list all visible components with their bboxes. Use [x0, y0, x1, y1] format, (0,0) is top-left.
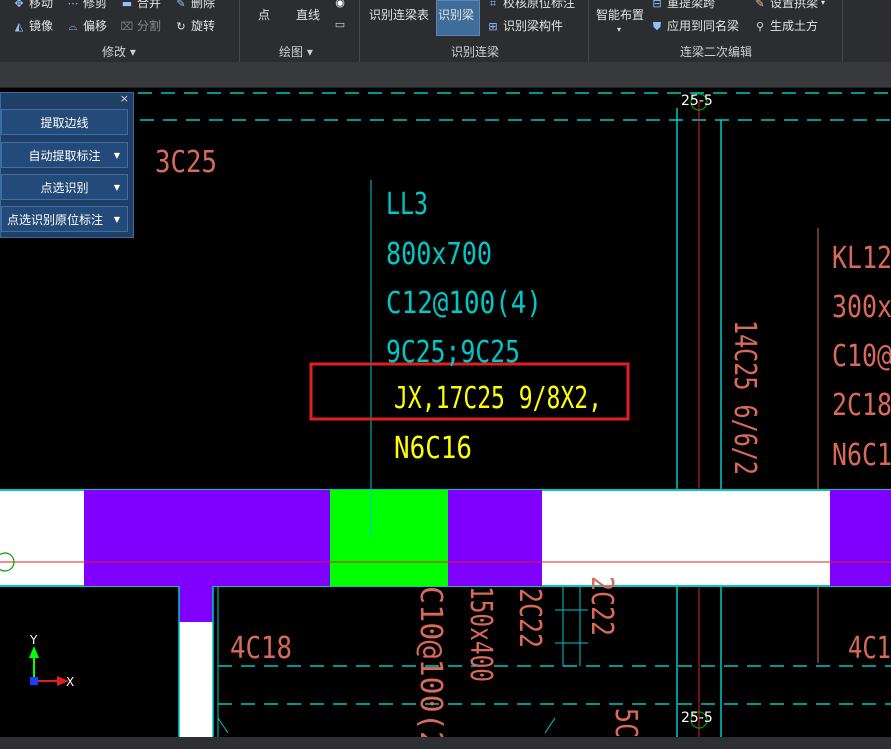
diag-b	[544, 717, 556, 734]
delete-icon: ✎	[176, 0, 186, 10]
arch-icon: ✎	[755, 0, 765, 10]
label-3c25: 3C25	[155, 145, 217, 180]
recognize-beam-table-button[interactable]: 识别连梁表	[369, 8, 429, 22]
ll3-stirrup: C12@100(4)	[386, 286, 542, 321]
extract-edges-button[interactable]: 提取边线	[1, 109, 128, 135]
reextract-icon: ⊟	[652, 0, 662, 10]
set-arch-beam-button[interactable]: ✎ 设置拱梁 ▾	[753, 0, 825, 10]
ll3-name: LL3	[386, 187, 428, 222]
kl-annotation: KL12 300x C10@ 2C18 N6C1	[832, 241, 891, 473]
draw-group-label[interactable]: 绘图 ▾	[279, 43, 313, 60]
label-14c25-vertical: 14C25 6/6/2	[727, 320, 762, 475]
generate-earthwork-button[interactable]: ⚲ 生成土方	[753, 19, 818, 33]
modify-group-label[interactable]: 修改 ▾	[102, 43, 136, 60]
dropdown-arrow-icon[interactable]: ▼	[114, 215, 120, 224]
check-icon: ⌗	[489, 0, 497, 10]
kl-size: 300x	[832, 290, 891, 325]
apply-icon: ⛊	[652, 20, 662, 33]
rotate-icon: ↻	[176, 20, 186, 33]
line-button[interactable]: 直线	[296, 8, 320, 22]
auto-extract-annotation-button[interactable]: 自动提取标注 ▼	[1, 142, 128, 168]
split-button[interactable]: ⌧ 分割	[120, 19, 161, 33]
smart-layout-button[interactable]: 智能布置	[596, 8, 644, 22]
highlight-text: JX,17C25 9/8X2,	[394, 381, 602, 416]
trim-button[interactable]: ⋯ 修剪	[66, 0, 108, 10]
mirror-button[interactable]: ◭ 镜像	[12, 19, 53, 33]
recognize-group-label: 识别连梁	[451, 45, 500, 59]
mirror-icon: ◭	[14, 20, 24, 33]
ucs-origin	[30, 677, 38, 685]
point-button[interactable]: 点	[258, 8, 270, 22]
axis-label-bottom: 25-5	[681, 710, 713, 726]
ucs-y-label: Y	[29, 633, 38, 647]
beam-segment-purple-2[interactable]	[448, 490, 542, 586]
label-150x400-vertical: 150x400	[463, 586, 498, 682]
merge-button[interactable]: ▬ 合并	[120, 0, 161, 10]
circle-icon: ◉	[335, 0, 345, 9]
dropdown-arrow-icon[interactable]: ▼	[114, 183, 120, 192]
point-recognize-annotation-button[interactable]: 点选识别原位标注 ▼	[1, 206, 128, 232]
ribbon-toolbar: ✥ 移动 ⋯ 修剪 ▬ 合并 ✎ 删除 ◭ 镜像 ⌓ 偏移 ⌧ 分割 ↻ 旋转 …	[0, 0, 891, 62]
offset-icon: ⌓	[68, 20, 78, 33]
recognize-beam-button[interactable]: 识别梁	[438, 8, 474, 22]
label-2c22-vertical-b: 2C22	[584, 576, 619, 636]
kl-rebar: 2C18	[832, 388, 891, 423]
recognize-component-button[interactable]: ⊞ 识别梁构件	[486, 19, 563, 33]
label-2c22-vertical-a: 2C22	[512, 588, 547, 648]
kl-side: N6C1	[832, 438, 891, 473]
horizontal-scrollbar[interactable]	[0, 737, 891, 749]
rectangle-button[interactable]: ▭	[333, 18, 347, 31]
merge-icon: ▬	[121, 0, 133, 10]
beam-segment-purple-drop[interactable]	[179, 586, 213, 622]
label-n6c16: N6C16	[394, 431, 472, 466]
close-icon[interactable]: ×	[120, 93, 129, 105]
recognition-panel: × 提取边线 自动提取标注 ▼ 点选识别 ▼ 点选识别原位标注 ▼	[0, 92, 134, 238]
offset-button[interactable]: ⌓ 偏移	[66, 19, 107, 33]
label-4c1: 4C1	[848, 631, 891, 666]
kl-name: KL12	[832, 241, 891, 276]
kl-stirrup: C10@	[832, 339, 891, 374]
label-4c18: 4C18	[230, 631, 292, 666]
axis-label-top: 25-5	[681, 93, 713, 109]
ll3-annotation: LL3 800x700 C12@100(4) 9C25;9C25	[386, 187, 542, 370]
beam-white-drop	[179, 622, 213, 749]
move-icon: ✥	[14, 0, 24, 10]
toolbar-strip	[0, 62, 891, 88]
point-recognize-button[interactable]: 点选识别 ▼	[1, 174, 128, 200]
check-annotation-button[interactable]: ⌗ 校核原位标注	[486, 0, 575, 10]
beam-segment-purple-1[interactable]	[84, 490, 330, 586]
ucs-y-arrow	[29, 646, 39, 658]
label-5c-vertical: 5C	[608, 708, 643, 738]
beam-segment-selected[interactable]	[330, 490, 448, 586]
rectangle-icon: ▭	[334, 18, 346, 31]
move-button[interactable]: ✥ 移动	[12, 0, 53, 10]
delete-button[interactable]: ✎ 删除	[174, 0, 215, 10]
earthwork-icon: ⚲	[755, 20, 765, 33]
apply-same-name-button[interactable]: ⛊ 应用到同名梁	[650, 19, 739, 33]
smart-layout-dropdown-icon[interactable]: ▾	[617, 23, 621, 37]
diag-a	[217, 717, 229, 734]
secondary-group-label: 连梁二次编辑	[680, 45, 753, 59]
rotate-button[interactable]: ↻ 旋转	[174, 19, 215, 33]
ucs-x-label: X	[66, 675, 74, 689]
reextract-span-button[interactable]: ⊟ 重提梁跨	[650, 0, 715, 10]
ll3-rebar: 9C25;9C25	[386, 335, 520, 370]
component-icon: ⊞	[488, 20, 498, 33]
trim-icon: ⋯	[67, 0, 79, 10]
beam-segment-purple-3[interactable]	[830, 490, 891, 586]
split-icon: ⌧	[120, 20, 134, 33]
dropdown-arrow-icon[interactable]: ▼	[114, 151, 120, 160]
circle-button[interactable]: ◉	[333, 0, 347, 9]
ll3-size: 800x700	[386, 237, 492, 272]
label-c10-vertical: C10@100(2	[413, 586, 448, 749]
